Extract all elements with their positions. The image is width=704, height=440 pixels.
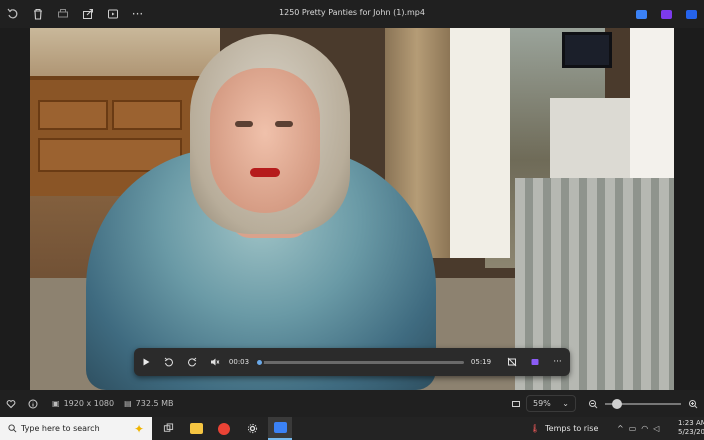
status-bar: ▣ 1920 x 1080 ▤ 732.5 MB 59% ⌄ [0, 390, 704, 417]
clipchamp-icon[interactable] [654, 0, 679, 28]
taskbar: Type here to search ✦ 🌡 Temps to rise ^ … [0, 417, 704, 440]
weather-text: Temps to rise [545, 424, 599, 433]
clock-time: 1:23 AM [678, 419, 704, 427]
clipchamp-icon[interactable] [523, 348, 546, 376]
chrome-icon[interactable] [212, 417, 236, 440]
video-editor-icon[interactable] [100, 0, 125, 28]
thermometer-icon: 🌡 [530, 424, 541, 433]
print-icon[interactable] [50, 0, 75, 28]
task-view-icon[interactable] [156, 417, 180, 440]
resolution-label: 1920 x 1080 [63, 399, 115, 408]
speaker-icon[interactable]: ◁ [653, 424, 659, 433]
zoom-dropdown[interactable]: 59% ⌄ [526, 395, 576, 412]
system-tray: ^ ▭ ◠ ◁ [617, 417, 659, 440]
filesize-label: 732.5 MB [135, 399, 174, 408]
filesize-icon: ▤ [124, 399, 132, 408]
battery-icon[interactable]: ▭ [629, 424, 637, 433]
fit-icon[interactable] [505, 390, 527, 417]
settings-icon[interactable] [240, 417, 264, 440]
file-explorer-icon[interactable] [184, 417, 208, 440]
sparkle-icon: ✦ [133, 422, 144, 436]
clock-date: 5/23/2024 [678, 428, 704, 436]
photos-icon[interactable] [268, 417, 292, 440]
play-icon[interactable] [134, 348, 157, 376]
share-icon[interactable] [75, 0, 100, 28]
weather-widget[interactable]: 🌡 Temps to rise [530, 417, 598, 440]
playback-controls: 00:03 05:19 ··· [134, 348, 570, 376]
heart-icon[interactable] [0, 390, 22, 417]
skip-forward-30-icon[interactable] [180, 348, 203, 376]
seek-bar[interactable] [255, 357, 464, 367]
zoom-handle[interactable] [612, 399, 622, 409]
more-icon[interactable]: ··· [125, 0, 150, 28]
info-icon[interactable] [22, 390, 44, 417]
chevron-up-icon[interactable]: ^ [617, 424, 624, 433]
delete-icon[interactable] [25, 0, 50, 28]
wifi-icon[interactable]: ◠ [641, 424, 648, 433]
video-frame[interactable] [30, 28, 674, 390]
seek-handle[interactable] [255, 357, 264, 367]
more-icon[interactable]: ··· [546, 348, 569, 376]
zoom-in-icon[interactable] [682, 390, 704, 417]
zoom-slider[interactable] [605, 399, 681, 409]
search-icon [8, 424, 17, 433]
volume-mute-icon[interactable] [203, 348, 226, 376]
edit-image-icon[interactable] [629, 0, 654, 28]
person-face [210, 68, 320, 213]
search-box[interactable]: Type here to search ✦ [0, 417, 152, 440]
current-time: 00:03 [228, 358, 250, 366]
onedrive-icon[interactable] [679, 0, 704, 28]
clock[interactable]: 1:23 AM 5/23/2024 [678, 419, 704, 437]
zoom-value: 59% [533, 399, 551, 408]
resolution-icon: ▣ [52, 399, 60, 408]
toolbar: ··· 1250 Pretty Panties for John (1).mp4 [0, 0, 704, 28]
skip-back-10-icon[interactable] [157, 348, 180, 376]
search-placeholder: Type here to search [21, 424, 100, 433]
fullscreen-exit-icon[interactable] [500, 348, 523, 376]
app-window: ··· 1250 Pretty Panties for John (1).mp4 [0, 0, 704, 440]
duration: 05:19 [470, 358, 492, 366]
chevron-down-icon: ⌄ [562, 399, 569, 408]
rotate-icon[interactable] [0, 0, 25, 28]
zoom-out-icon[interactable] [582, 390, 604, 417]
